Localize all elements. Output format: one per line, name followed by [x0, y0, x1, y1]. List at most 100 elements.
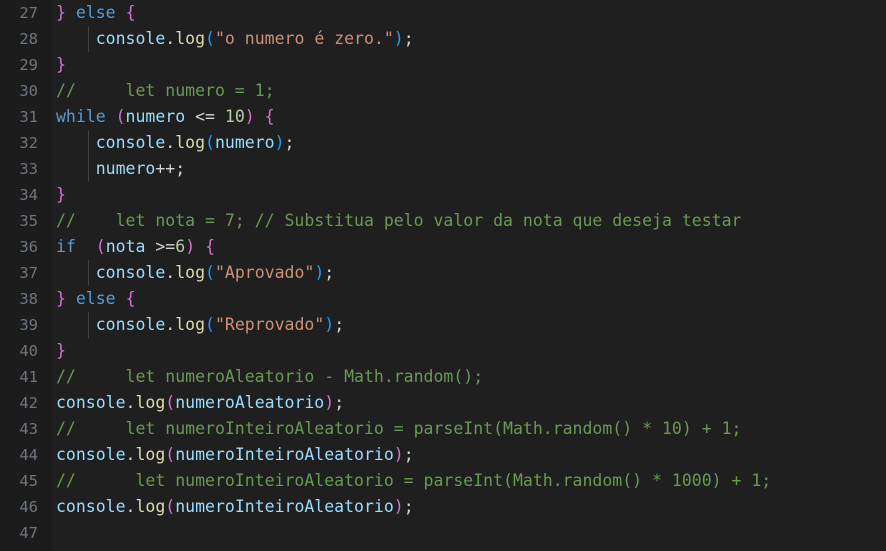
token-var: console: [56, 445, 126, 464]
line-number: 29: [19, 56, 38, 74]
code-line[interactable]: 35 // let nota = 7; // Substitua pelo val…: [0, 208, 886, 234]
code-line[interactable]: 42 console.log(numeroAleatorio);: [0, 390, 886, 416]
line-number: 36: [19, 238, 38, 256]
token-punc: [66, 3, 76, 22]
token-b1: {: [125, 3, 136, 22]
line-number: 42: [19, 394, 38, 412]
token-punc: [255, 107, 265, 126]
token-b1: (: [165, 393, 176, 412]
code-line[interactable]: 46 console.log(numeroInteiroAleatorio);: [0, 494, 886, 520]
line-text[interactable]: // let numeroInteiroAleatorio = parseInt…: [56, 468, 771, 494]
line-text[interactable]: console.log(numero);: [56, 130, 295, 156]
token-punc: ;: [403, 445, 414, 464]
token-punc: ;: [284, 133, 295, 152]
code-line[interactable]: 43 // let numeroInteiroAleatorio = parseI…: [0, 416, 886, 442]
token-b1: (: [165, 497, 176, 516]
line-number: 45: [19, 472, 38, 490]
line-text[interactable]: }: [56, 52, 66, 78]
line-text[interactable]: while (numero <= 10) {: [56, 104, 275, 130]
line-number: 33: [19, 160, 38, 178]
token-b2: ): [324, 315, 335, 334]
line-text[interactable]: // let numeroAleatorio - Math.random();: [56, 364, 483, 390]
code-line[interactable]: 34}: [0, 182, 886, 208]
code-editor[interactable]: 27} else {28 console.log("o numero é zer…: [0, 0, 886, 551]
line-text[interactable]: } else {: [56, 0, 136, 26]
code-line[interactable]: 39 console.log("Reprovado");: [0, 312, 886, 338]
line-text[interactable]: }: [56, 182, 66, 208]
token-punc: [76, 237, 96, 256]
token-b1: }: [56, 55, 66, 74]
line-text[interactable]: console.log("Reprovado");: [56, 312, 344, 338]
token-punc: .: [125, 445, 136, 464]
token-b1: {: [264, 107, 275, 126]
line-text[interactable]: // let nota = 7; // Substitua pelo valor…: [56, 208, 741, 234]
token-b1: ): [244, 107, 255, 126]
code-line[interactable]: 45 // let numeroInteiroAleatorio = parseI…: [0, 468, 886, 494]
code-line[interactable]: 41 // let numeroAleatorio - Math.random()…: [0, 364, 886, 390]
token-var: numeroInteiroAleatorio: [175, 497, 394, 516]
line-text[interactable]: }: [56, 338, 66, 364]
line-number: 28: [19, 30, 38, 48]
token-kw: else: [75, 289, 116, 308]
line-text[interactable]: // let numero = 1;: [56, 78, 275, 104]
token-op: ++: [155, 159, 176, 178]
line-number: 34: [19, 186, 38, 204]
token-punc: [145, 237, 155, 256]
token-var: console: [95, 133, 166, 152]
token-var: console: [56, 497, 126, 516]
line-text[interactable]: if (nota >=6) {: [56, 234, 215, 260]
token-var: numeroInteiroAleatorio: [175, 445, 394, 464]
token-punc: [56, 159, 96, 178]
token-b1: }: [56, 341, 66, 360]
token-b1: {: [125, 289, 136, 308]
token-op: >=: [155, 237, 176, 256]
token-b2: ): [274, 133, 285, 152]
code-line[interactable]: 29}: [0, 52, 886, 78]
line-text[interactable]: console.log("Aprovado");: [56, 260, 334, 286]
line-number: 47: [19, 524, 38, 542]
token-fn: log: [135, 393, 166, 412]
token-str: "Aprovado": [214, 263, 315, 282]
token-num: 10: [224, 107, 245, 126]
line-text[interactable]: console.log("o numero é zero.");: [56, 26, 414, 52]
code-line[interactable]: 38} else {: [0, 286, 886, 312]
code-line[interactable]: 28 console.log("o numero é zero.");: [0, 26, 886, 52]
line-text[interactable]: } else {: [56, 286, 136, 312]
token-cmt: // let numero = 1;: [56, 81, 275, 100]
line-number: 44: [19, 446, 38, 464]
token-punc: [106, 107, 116, 126]
token-b2: (: [205, 263, 215, 282]
line-number: 31: [19, 108, 38, 126]
line-number: 37: [19, 264, 38, 282]
line-text[interactable]: // let numeroInteiroAleatorio = parseInt…: [56, 416, 741, 442]
line-text[interactable]: console.log(numeroAleatorio);: [56, 390, 344, 416]
code-line[interactable]: 44 console.log(numeroInteiroAleatorio);: [0, 442, 886, 468]
code-line[interactable]: 31 while (numero <= 10) {: [0, 104, 886, 130]
token-kw: else: [75, 3, 116, 22]
code-line[interactable]: 47: [0, 520, 886, 546]
token-punc: [66, 289, 76, 308]
token-var: nota: [105, 237, 146, 256]
code-line[interactable]: 30 // let numero = 1;: [0, 78, 886, 104]
token-punc: [215, 107, 225, 126]
token-var: numeroAleatorio: [175, 393, 325, 412]
line-text[interactable]: console.log(numeroInteiroAleatorio);: [56, 494, 414, 520]
token-cmt: // let numeroInteiroAleatorio = parseInt…: [56, 471, 772, 490]
code-line[interactable]: 33 numero++;: [0, 156, 886, 182]
token-str: "o numero é zero.": [214, 29, 394, 48]
line-text[interactable]: console.log(numeroInteiroAleatorio);: [56, 442, 414, 468]
line-number: 41: [19, 368, 38, 386]
token-punc: ;: [334, 315, 345, 334]
code-line[interactable]: 37 console.log("Aprovado");: [0, 260, 886, 286]
code-content-area[interactable]: 27} else {28 console.log("o numero é zer…: [0, 0, 886, 551]
token-punc: [195, 237, 205, 256]
token-punc: [56, 133, 96, 152]
line-number: 27: [19, 4, 38, 22]
line-text[interactable]: numero++;: [56, 156, 185, 182]
code-line[interactable]: 27 } else {: [0, 0, 886, 26]
token-kw: while: [56, 107, 106, 126]
token-punc: ;: [403, 497, 414, 516]
code-line[interactable]: 32 console.log(numero);: [0, 130, 886, 156]
code-line[interactable]: 40}: [0, 338, 886, 364]
code-line[interactable]: 36 if (nota >=6) {: [0, 234, 886, 260]
